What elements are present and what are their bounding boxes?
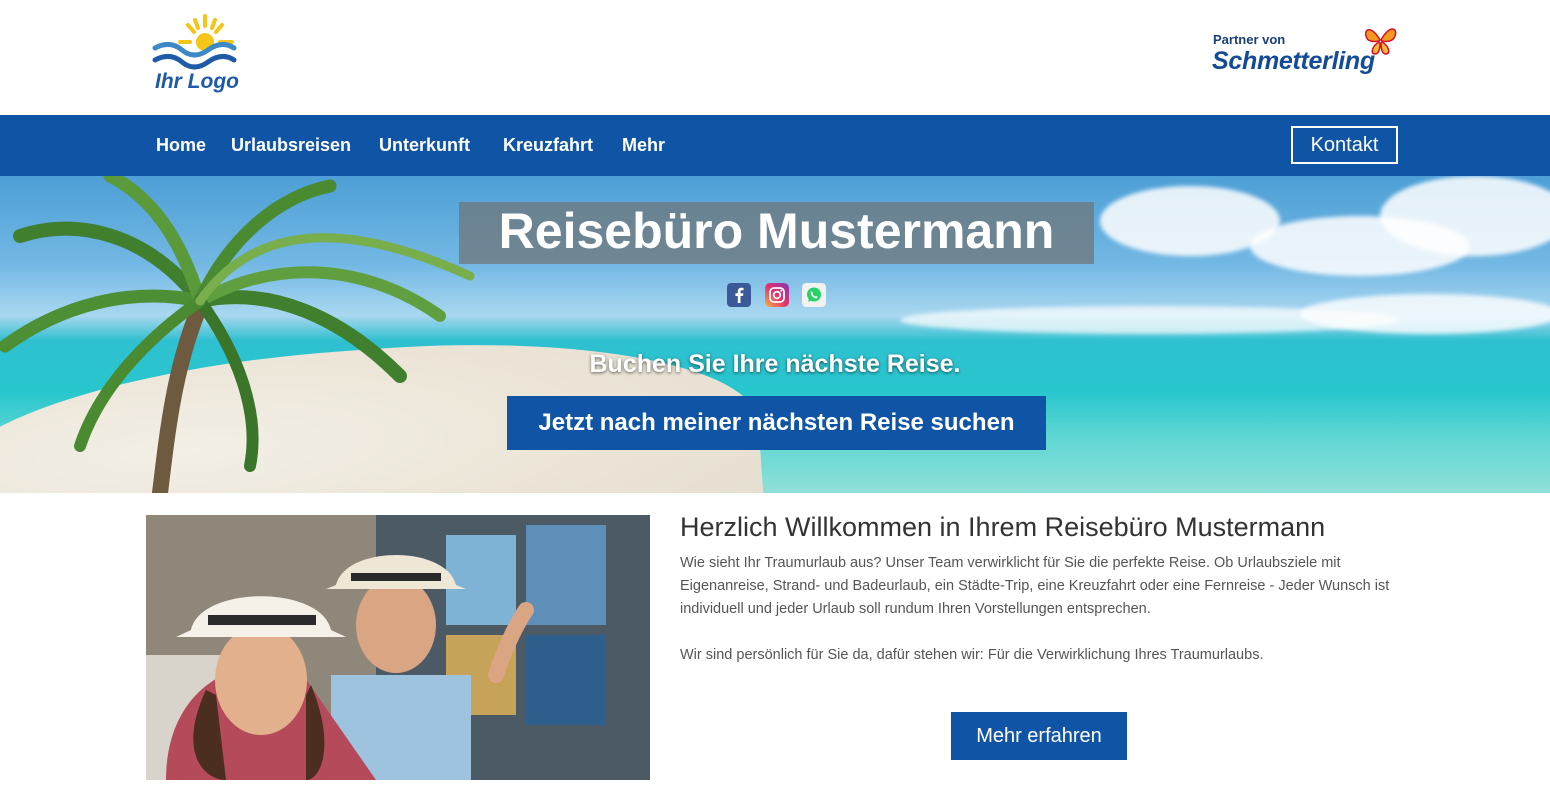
hero-title: Reisebüro Mustermann <box>498 203 1055 259</box>
search-trip-button[interactable]: Jetzt nach meiner nächsten Reise suchen <box>507 396 1046 450</box>
couple-photo <box>146 515 650 780</box>
learn-more-button[interactable]: Mehr erfahren <box>951 712 1127 760</box>
instagram-icon[interactable] <box>765 283 789 307</box>
nav-item-kreuzfahrt[interactable]: Kreuzfahrt <box>503 135 593 156</box>
partner-label: Partner von <box>1213 32 1286 47</box>
palm-tree-image <box>0 176 475 493</box>
nav-item-home[interactable]: Home <box>156 135 206 156</box>
partner-brand: Schmetterling <box>1212 47 1375 75</box>
welcome-title: Herzlich Willkommen in Ihrem Reisebüro M… <box>680 512 1326 542</box>
hero-subtitle: Buchen Sie Ihre nächste Reise. <box>589 350 961 378</box>
facebook-icon[interactable] <box>727 283 751 307</box>
sun-waves-icon <box>152 14 237 70</box>
nav-item-mehr[interactable]: Mehr <box>622 135 665 156</box>
butterfly-icon <box>1364 28 1397 55</box>
site-logo[interactable]: Ihr Logo <box>150 12 245 97</box>
main-navigation: Home Urlaubsreisen Unterkunft Kreuzfahrt… <box>0 115 1550 176</box>
nav-item-urlaubsreisen[interactable]: Urlaubsreisen <box>231 135 351 156</box>
welcome-paragraph-1: Wie sieht Ihr Traumurlaub aus? Unser Tea… <box>680 555 1390 617</box>
welcome-paragraph-2: Wir sind persönlich für Sie da, dafür st… <box>680 647 1264 663</box>
whatsapp-icon[interactable] <box>802 283 826 307</box>
contact-button[interactable]: Kontakt <box>1291 126 1398 164</box>
site-header: Ihr Logo Partner von Schmetterling <box>0 0 1550 115</box>
nav-item-unterkunft[interactable]: Unterkunft <box>379 135 470 156</box>
hero-banner: Reisebüro Mustermann Buchen Sie Ihre näc… <box>0 176 1550 493</box>
logo-text: Ihr Logo <box>155 70 239 93</box>
partner-logo[interactable]: Partner von Schmetterling <box>1212 28 1402 83</box>
hero-title-box: Reisebüro Mustermann <box>459 202 1094 264</box>
